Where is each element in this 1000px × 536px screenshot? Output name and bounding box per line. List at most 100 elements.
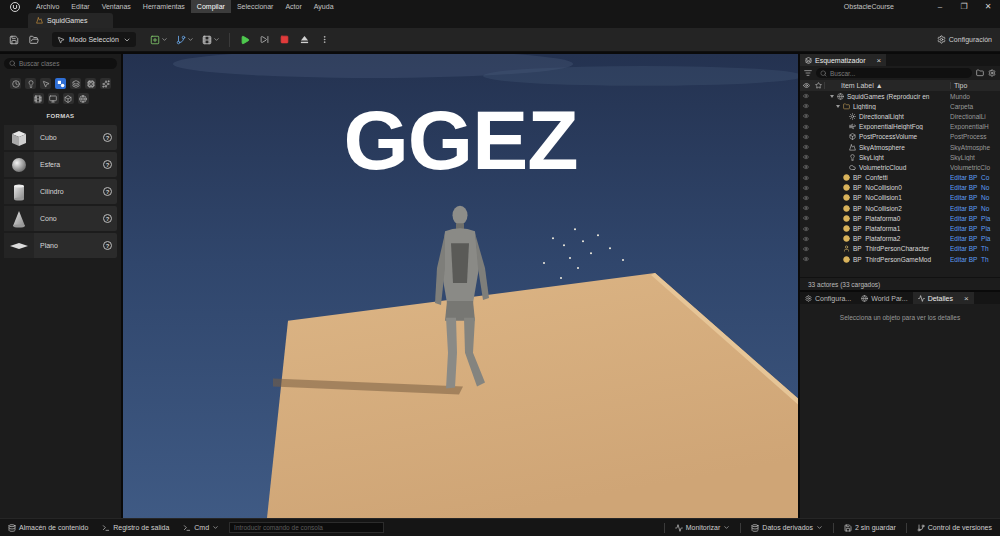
outliner-row[interactable]: PostProcessVolumePostProcess	[800, 132, 1000, 142]
outliner-row[interactable]: BP_Plataforma2Editar BP_Pla	[800, 234, 1000, 244]
outliner-row[interactable]: BP_NoCollision0Editar BP_No	[800, 183, 1000, 193]
details-tab[interactable]: Detalles×	[913, 292, 974, 304]
expand-arrow[interactable]	[836, 227, 840, 230]
row-type[interactable]: Editar BP_No	[950, 194, 994, 201]
status-button[interactable]: Control de versiones	[913, 524, 996, 532]
blueprint-button[interactable]	[174, 32, 196, 48]
category-button[interactable]	[10, 78, 21, 89]
status-button[interactable]: Registro de salida	[98, 524, 173, 532]
logo[interactable]	[0, 2, 30, 12]
console-input[interactable]: Introducir comando de consola	[229, 522, 384, 533]
expand-arrow[interactable]	[836, 237, 840, 240]
category-button[interactable]	[78, 93, 89, 104]
class-search[interactable]: Buscar clases	[4, 58, 117, 69]
expand-arrow[interactable]	[836, 247, 840, 250]
level-tab[interactable]: SquidGames	[28, 13, 113, 28]
gear-icon[interactable]	[988, 69, 996, 77]
category-button[interactable]	[85, 78, 96, 89]
column-header[interactable]: Item Label ▲	[824, 82, 950, 89]
row-type[interactable]: Editar BP_No	[950, 205, 994, 212]
shape-item[interactable]: Cilindro?	[4, 179, 117, 204]
visibility-column[interactable]	[800, 82, 812, 89]
add-folder-icon[interactable]	[976, 69, 984, 77]
menu-item[interactable]: Actor	[279, 0, 307, 13]
character[interactable]	[435, 206, 489, 389]
save-button[interactable]	[6, 32, 22, 48]
category-button[interactable]	[40, 78, 51, 89]
window-control[interactable]: –	[928, 0, 952, 13]
visibility-toggle[interactable]	[800, 113, 812, 119]
outliner-row[interactable]: BP_ThirdPersonCharacterEditar BP_Th	[800, 244, 1000, 254]
help-icon[interactable]: ?	[103, 160, 112, 169]
shape-item[interactable]: Cono?	[4, 206, 117, 231]
outliner-row[interactable]: BP_NoCollision2Editar BP_No	[800, 203, 1000, 213]
category-button[interactable]	[55, 78, 66, 89]
play-button[interactable]	[237, 32, 253, 48]
details-tab[interactable]: Configura...	[800, 292, 856, 304]
cinematics-button[interactable]	[200, 32, 222, 48]
menu-item[interactable]: Ventanas	[96, 0, 137, 13]
category-button[interactable]	[100, 78, 111, 89]
category-button[interactable]	[48, 93, 59, 104]
row-type[interactable]: Editar BP_No	[950, 184, 994, 191]
visibility-toggle[interactable]	[800, 93, 812, 99]
outliner-row[interactable]: SkyLightSkyLight	[800, 152, 1000, 162]
expand-arrow[interactable]	[836, 196, 840, 199]
outliner-row[interactable]: DirectionalLightDirectionalLi	[800, 111, 1000, 121]
settings-button[interactable]: Configuración	[937, 35, 994, 44]
eject-button[interactable]	[297, 32, 313, 48]
visibility-toggle[interactable]	[800, 246, 812, 252]
more-button[interactable]	[317, 32, 333, 48]
visibility-toggle[interactable]	[800, 103, 812, 109]
outliner-row[interactable]: BP_ThirdPersonGameModEditar BP_Th	[800, 254, 1000, 264]
expand-arrow[interactable]	[836, 186, 840, 189]
shape-item[interactable]: Cubo?	[4, 125, 117, 150]
outliner-row[interactable]: SkyAtmosphereSkyAtmosphe	[800, 142, 1000, 152]
column-header[interactable]: Tipo	[950, 82, 994, 89]
step-button[interactable]	[257, 32, 273, 48]
expand-arrow[interactable]	[842, 156, 846, 159]
visibility-toggle[interactable]	[800, 164, 812, 170]
visibility-toggle[interactable]	[800, 134, 812, 140]
favorite-column[interactable]	[812, 82, 824, 89]
window-control[interactable]: ✕	[976, 0, 1000, 13]
help-icon[interactable]: ?	[103, 187, 112, 196]
details-tab[interactable]: World Par...	[856, 292, 912, 304]
engine-logo-icon[interactable]	[10, 2, 20, 12]
menu-item[interactable]: Archivo	[30, 0, 65, 13]
expand-arrow[interactable]	[830, 95, 834, 98]
visibility-toggle[interactable]	[800, 185, 812, 191]
row-type[interactable]: Editar BP_Pla	[950, 215, 994, 222]
visibility-toggle[interactable]	[800, 175, 812, 181]
outliner-row[interactable]: ExponentialHeightFogExponentialH	[800, 122, 1000, 132]
outliner-row[interactable]: BP_ConfettiEditar BP_Co	[800, 173, 1000, 183]
shape-item[interactable]: Plano?	[4, 233, 117, 258]
category-button[interactable]	[63, 93, 74, 104]
stop-button[interactable]	[277, 32, 293, 48]
mode-dropdown[interactable]: Modo Selección	[52, 32, 136, 47]
category-button[interactable]	[33, 93, 44, 104]
menu-item[interactable]: Seleccionar	[231, 0, 280, 13]
visibility-toggle[interactable]	[800, 144, 812, 150]
row-type[interactable]: Editar BP_Th	[950, 245, 994, 252]
expand-arrow[interactable]	[842, 135, 846, 138]
shape-item[interactable]: Esfera?	[4, 152, 117, 177]
category-button[interactable]	[70, 78, 81, 89]
outliner-row[interactable]: LightingCarpeta	[800, 101, 1000, 111]
row-type[interactable]: Editar BP_Pla	[950, 225, 994, 232]
category-button[interactable]	[25, 78, 36, 89]
expand-arrow[interactable]	[836, 176, 840, 179]
help-icon[interactable]: ?	[103, 133, 112, 142]
visibility-toggle[interactable]	[800, 226, 812, 232]
menu-item[interactable]: Herramientas	[137, 0, 191, 13]
visibility-toggle[interactable]	[800, 154, 812, 160]
visibility-toggle[interactable]	[800, 256, 812, 262]
expand-arrow[interactable]	[842, 146, 846, 149]
menu-item[interactable]: Compilar	[191, 0, 231, 13]
expand-arrow[interactable]	[842, 166, 846, 169]
close-button[interactable]: ×	[964, 294, 969, 303]
expand-arrow[interactable]	[836, 217, 840, 220]
row-type[interactable]: Editar BP_Co	[950, 174, 994, 181]
cmd-dropdown[interactable]: Cmd	[179, 524, 223, 532]
row-type[interactable]: Editar BP_Th	[950, 256, 994, 263]
